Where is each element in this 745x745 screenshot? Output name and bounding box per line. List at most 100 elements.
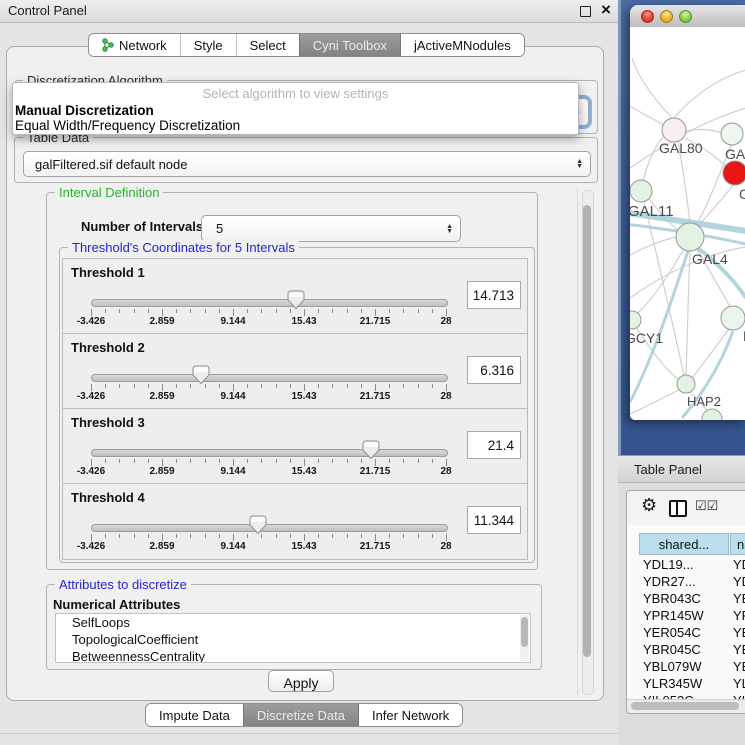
network-node-cy[interactable] bbox=[723, 161, 745, 185]
network-node-gal[interactable] bbox=[721, 123, 743, 145]
vertical-scrollbar[interactable] bbox=[582, 190, 594, 695]
network-node-gal11[interactable] bbox=[630, 180, 652, 202]
num-intervals-combobox[interactable]: 5 ▲▼ bbox=[201, 215, 461, 242]
tab-jactivemnodules[interactable]: jActiveMNodules bbox=[400, 34, 524, 56]
attribute-item-betweennesscentrality[interactable]: BetweennessCentrality bbox=[56, 648, 530, 663]
slider-track[interactable] bbox=[91, 449, 448, 457]
slider-thumb-wrap[interactable] bbox=[192, 334, 210, 386]
slider-tick bbox=[148, 309, 149, 313]
select-columns-icon[interactable]: ☑☑ bbox=[695, 498, 718, 514]
tab-impute-data[interactable]: Impute Data bbox=[146, 704, 243, 726]
table-row-yer054c[interactable]: YER054C YER0 bbox=[627, 625, 745, 642]
zoom-traffic-light-icon[interactable] bbox=[679, 10, 692, 23]
numerical-attributes-list[interactable]: SelfLoopsTopologicalCoefficientBetweenne… bbox=[55, 613, 531, 663]
float-window-icon[interactable] bbox=[580, 6, 591, 17]
cell-name: YBL0 bbox=[733, 659, 745, 674]
network-edge[interactable] bbox=[630, 106, 668, 127]
slider-thumb[interactable] bbox=[287, 290, 305, 310]
split-columns-icon[interactable] bbox=[669, 500, 687, 517]
attributes-scrollbar[interactable] bbox=[520, 615, 529, 661]
slider-tick bbox=[347, 309, 348, 313]
network-node-partial[interactable] bbox=[702, 409, 722, 420]
slider-tick bbox=[190, 459, 191, 463]
slider-tick-label: 15.43 bbox=[291, 541, 316, 552]
table-row-ylr345w[interactable]: YLR345WYLR3 bbox=[627, 676, 745, 693]
slider-tick bbox=[446, 534, 447, 541]
threshold-value-box[interactable]: 14.713 bbox=[467, 281, 521, 309]
column-header-shared[interactable]: shared... bbox=[639, 533, 729, 555]
network-edge[interactable] bbox=[636, 250, 683, 314]
network-edge[interactable] bbox=[697, 185, 733, 227]
tab-infer-network[interactable]: Infer Network bbox=[358, 704, 462, 726]
table-panel-titlebar[interactable]: Table Panel bbox=[618, 455, 745, 483]
network-node-gal4[interactable] bbox=[676, 223, 704, 251]
slider-tick bbox=[190, 309, 191, 313]
close-icon[interactable]: × bbox=[601, 0, 611, 21]
slider-thumb-wrap[interactable] bbox=[249, 484, 267, 536]
slider-thumb[interactable] bbox=[249, 515, 267, 535]
settings-gear-icon[interactable]: ⚙ bbox=[641, 495, 657, 516]
slider-track[interactable] bbox=[91, 299, 448, 307]
slider-tick bbox=[134, 459, 135, 463]
tab-select[interactable]: Select bbox=[236, 34, 299, 56]
network-node-label: HAP2 bbox=[687, 394, 721, 409]
slider-tick bbox=[261, 384, 262, 388]
slider-tick bbox=[205, 459, 206, 463]
attributes-items: SelfLoopsTopologicalCoefficientBetweenne… bbox=[56, 614, 530, 663]
apply-button[interactable]: Apply bbox=[268, 670, 334, 692]
algorithm-item-equal-width[interactable]: Equal Width/Frequency Discretization bbox=[15, 118, 240, 133]
table-row-ybl079w[interactable]: YBL079WYBL0 bbox=[627, 659, 745, 676]
cell-shared-name: YER054C bbox=[643, 625, 701, 640]
slider-tick bbox=[389, 459, 390, 463]
slider-thumb-wrap[interactable] bbox=[362, 409, 380, 461]
network-node-gcy1[interactable] bbox=[630, 311, 641, 329]
threshold-value-box[interactable]: 6.316 bbox=[467, 356, 521, 384]
slider-tick bbox=[290, 459, 291, 463]
attributes-scrollbar-thumb[interactable] bbox=[521, 617, 528, 647]
threshold-value-box[interactable]: 11.344 bbox=[467, 506, 521, 534]
column-header-name[interactable]: na bbox=[730, 533, 745, 555]
cell-name: YER0 bbox=[733, 625, 745, 640]
table-row-ydl19[interactable]: YDL19...YDL1 bbox=[627, 557, 745, 574]
network-edge[interactable] bbox=[630, 389, 681, 414]
network-edge[interactable] bbox=[686, 251, 690, 375]
table-row-ydr27[interactable]: YDR27...YDR2 bbox=[627, 574, 745, 591]
algorithm-placeholder-item[interactable]: Select algorithm to view settings bbox=[13, 86, 578, 101]
vertical-scrollbar-thumb[interactable] bbox=[583, 205, 591, 657]
slider-tick bbox=[119, 534, 120, 538]
slider-track[interactable] bbox=[91, 374, 448, 382]
network-node-ha[interactable] bbox=[721, 306, 745, 330]
table-header-row: shared... na bbox=[627, 533, 745, 556]
attribute-item-topologicalcoefficient[interactable]: TopologicalCoefficient bbox=[56, 631, 530, 648]
attribute-item-selfloops[interactable]: SelfLoops bbox=[56, 614, 530, 631]
table-row-ypr145w[interactable]: YPR145WYPR1 bbox=[627, 608, 745, 625]
network-view-window[interactable]: GAL80GALCYGAL11GAL4GCY1HAHAP2 bbox=[630, 5, 745, 420]
tab-cyni-toolbox[interactable]: Cyni Toolbox bbox=[299, 34, 400, 56]
table-row-ybr045c[interactable]: YBR045CYBR0 bbox=[627, 642, 745, 659]
table-row-ybr043c[interactable]: YBR043CYBR0 bbox=[627, 591, 745, 608]
control-panel-titlebar[interactable]: Control Panel × bbox=[0, 0, 618, 23]
network-canvas[interactable]: GAL80GALCYGAL11GAL4GCY1HAHAP2 bbox=[630, 27, 745, 420]
tab-label: Network bbox=[119, 38, 167, 53]
horizontal-scrollbar-thumb[interactable] bbox=[631, 702, 739, 710]
tab-style[interactable]: Style bbox=[180, 34, 236, 56]
slider-track[interactable] bbox=[91, 524, 448, 532]
slider-thumb[interactable] bbox=[362, 440, 380, 460]
algorithm-item-manual[interactable]: Manual Discretization bbox=[15, 103, 154, 118]
slider-tick bbox=[162, 534, 163, 541]
tab-discretize-data[interactable]: Discretize Data bbox=[243, 704, 358, 726]
network-edge[interactable] bbox=[632, 58, 672, 118]
horizontal-scrollbar[interactable] bbox=[627, 699, 745, 713]
network-node-gal80[interactable] bbox=[662, 118, 686, 142]
slider-tick bbox=[162, 384, 163, 391]
tab-network[interactable]: Network bbox=[89, 34, 180, 56]
network-window-titlebar[interactable] bbox=[630, 5, 745, 28]
network-node-hap2[interactable] bbox=[677, 375, 695, 393]
table-data-combobox[interactable]: galFiltered.sif default node ▲▼ bbox=[23, 151, 591, 177]
network-edge[interactable] bbox=[674, 70, 745, 118]
threshold-value-box[interactable]: 21.4 bbox=[467, 431, 521, 459]
minimize-traffic-light-icon[interactable] bbox=[660, 10, 673, 23]
slider-thumb[interactable] bbox=[192, 365, 210, 385]
close-traffic-light-icon[interactable] bbox=[641, 10, 654, 23]
slider-thumb-wrap[interactable] bbox=[287, 259, 305, 311]
